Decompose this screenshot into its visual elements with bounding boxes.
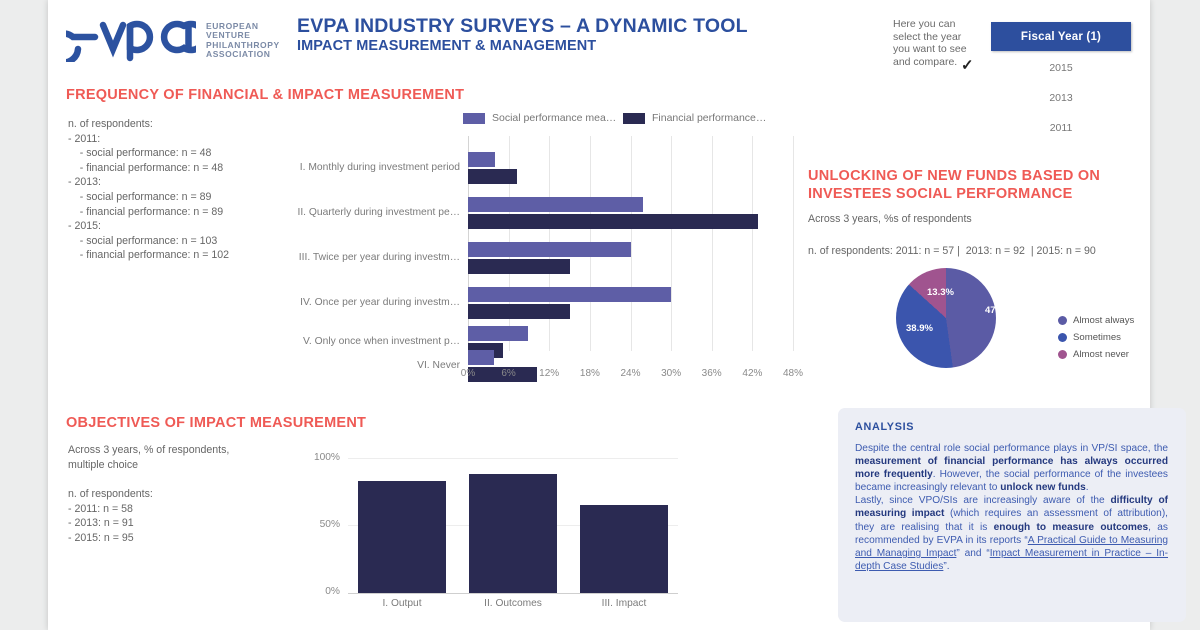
pie-legend-item-almost-always[interactable]: Almost always xyxy=(1058,315,1134,326)
bar-social[interactable] xyxy=(468,350,495,365)
bar-financial[interactable] xyxy=(468,304,571,319)
analysis-panel: ANALYSIS Despite the central role social… xyxy=(838,408,1186,622)
legend-swatch-social xyxy=(463,112,485,124)
bar-social[interactable] xyxy=(468,242,631,257)
analysis-p2-end: ”. xyxy=(943,560,950,572)
pie-legend-item-almost-never[interactable]: Almost never xyxy=(1058,349,1129,360)
pie-value-almost-never: 13.3% xyxy=(927,287,954,298)
page-title: EVPA INDUSTRY SURVEYS – A DYNAMIC TOOL xyxy=(297,15,748,37)
x-axis-tick: 18% xyxy=(579,368,600,379)
logo-subtitle: EUROPEAN VENTURE PHILANTHROPY ASSOCIATIO… xyxy=(206,21,280,60)
analysis-p1-pre: Despite the central role social performa… xyxy=(855,443,1168,454)
analysis-p2-pre: Lastly, since VPO/SIs are increasingly a… xyxy=(855,495,1111,507)
objectives-subtitle: Across 3 years, % of respondents, multip… xyxy=(68,444,230,471)
category-label: II. Quarterly during investment pe… xyxy=(297,207,460,218)
category-label: II. Outcomes xyxy=(484,598,542,609)
legend-label-social: Social performance mea… xyxy=(492,112,617,124)
gridline xyxy=(711,136,713,351)
objectives-bar-chart: 100% 50% 0% I. Output II. Outcomes III. … xyxy=(314,452,678,609)
legend-dot-sometimes xyxy=(1058,333,1067,342)
analysis-p1-end: . xyxy=(1085,482,1089,494)
bar-financial[interactable] xyxy=(468,259,571,274)
x-axis-tick: 36% xyxy=(701,368,722,379)
fiscal-year-button[interactable]: Fiscal Year (1) xyxy=(991,22,1131,51)
check-icon: ✓ xyxy=(961,57,974,74)
legend-dot-almost-always xyxy=(1058,316,1067,325)
x-axis-tick: 24% xyxy=(620,368,641,379)
year-option-label: 2015 xyxy=(1049,62,1073,74)
category-label: I. Monthly during investment period xyxy=(299,162,460,173)
category-label: I. Output xyxy=(382,598,422,609)
gridline xyxy=(348,458,678,459)
bar-social[interactable] xyxy=(468,152,496,167)
bar-financial[interactable] xyxy=(468,214,758,229)
frequency-plot-area: I. Monthly during investment period II. … xyxy=(297,136,803,382)
year-option-label: 2011 xyxy=(1049,122,1073,134)
x-axis-tick: 48% xyxy=(782,368,804,379)
bar-outcomes[interactable] xyxy=(469,474,557,593)
bar-social[interactable] xyxy=(468,287,672,302)
frequency-section-title: FREQUENCY OF FINANCIAL & IMPACT MEASUREM… xyxy=(66,87,465,103)
unlocking-respondents-note: n. of respondents: 2011: n = 57 | 2013: … xyxy=(808,245,1096,257)
evpa-logo-mark xyxy=(66,20,196,62)
bar-social[interactable] xyxy=(468,326,528,341)
analysis-p2-mid3: ” and “ xyxy=(956,547,990,559)
unlocking-pie-chart[interactable] xyxy=(896,268,996,368)
x-axis-tick: 30% xyxy=(661,368,682,379)
category-label: III. Twice per year during investm… xyxy=(298,252,460,263)
bar-output[interactable] xyxy=(358,481,446,593)
bar-financial[interactable] xyxy=(468,169,517,184)
analysis-p2-bold2: enough to measure outcomes xyxy=(993,521,1149,533)
pie-value-almost-always: 47.8% xyxy=(985,305,1012,316)
objectives-section-title: OBJECTIVES OF IMPACT MEASUREMENT xyxy=(66,415,367,431)
legend-label-financial: Financial performance… xyxy=(652,112,767,124)
unlocking-title-line1: UNLOCKING OF NEW FUNDS BASED ON xyxy=(808,168,1101,184)
x-axis-tick: 12% xyxy=(539,368,560,379)
bar-impact[interactable] xyxy=(580,505,668,593)
unlocking-title-line2: INVESTEES SOCIAL PERFORMANCE xyxy=(808,186,1073,202)
y-axis-tick: 100% xyxy=(313,452,340,463)
legend-label-sometimes: Sometimes xyxy=(1073,332,1121,343)
legend-label-almost-always: Almost always xyxy=(1073,315,1135,326)
legend-item-social[interactable]: Social performance mea… xyxy=(463,112,616,124)
frequency-respondents-note: n. of respondents: - 2011: - social perf… xyxy=(68,118,230,262)
objectives-respondents-note: n. of respondents: - 2011: n = 58 - 2013… xyxy=(68,488,153,544)
analysis-p1-bold2: unlock new funds xyxy=(1000,482,1086,494)
y-axis-tick: 50% xyxy=(319,519,340,530)
analysis-heading: ANALYSIS xyxy=(855,421,915,433)
year-option-2011[interactable]: 2011 xyxy=(991,118,1131,138)
dashboard-card: EUROPEAN VENTURE PHILANTHROPY ASSOCIATIO… xyxy=(48,0,1186,630)
gridline xyxy=(630,136,632,351)
legend-item-financial[interactable]: Financial performance… xyxy=(623,112,766,124)
unlocking-subtitle: Across 3 years, %s of respondents xyxy=(808,213,972,225)
x-axis-line xyxy=(348,593,678,594)
analysis-body: Despite the central role social performa… xyxy=(855,442,1168,573)
year-option-2013[interactable]: 2013 xyxy=(991,88,1131,108)
frequency-bar-chart: Social performance mea… Financial perfor… xyxy=(268,112,803,387)
legend-label-almost-never: Almost never xyxy=(1073,349,1129,360)
legend-dot-almost-never xyxy=(1058,350,1067,359)
year-option-2015[interactable]: ✓ 2015 xyxy=(961,57,1131,78)
category-label: VI. Never xyxy=(417,360,460,371)
year-option-label: 2013 xyxy=(1049,92,1073,104)
gridline xyxy=(671,136,673,351)
y-axis-tick: 0% xyxy=(325,586,340,597)
category-label: III. Impact xyxy=(601,598,647,609)
x-axis-tick: 0% xyxy=(460,368,476,379)
legend-swatch-financial xyxy=(623,112,645,124)
category-label: IV. Once per year during investm… xyxy=(300,297,460,308)
bar-social[interactable] xyxy=(468,197,644,212)
pie-value-sometimes: 38.9% xyxy=(906,323,933,334)
x-axis-tick: 42% xyxy=(742,368,763,379)
category-label: V. Only once when investment p… xyxy=(302,336,460,347)
unlocking-section-title: UNLOCKING OF NEW FUNDS BASED ON INVESTEE… xyxy=(808,167,1100,203)
page-subtitle: IMPACT MEASUREMENT & MANAGEMENT xyxy=(297,38,597,54)
evpa-logo: EUROPEAN VENTURE PHILANTHROPY ASSOCIATIO… xyxy=(66,14,291,66)
gridline xyxy=(752,136,754,351)
pie-legend-item-sometimes[interactable]: Sometimes xyxy=(1058,332,1121,343)
x-axis-tick: 6% xyxy=(501,368,516,379)
gridline xyxy=(793,136,794,351)
